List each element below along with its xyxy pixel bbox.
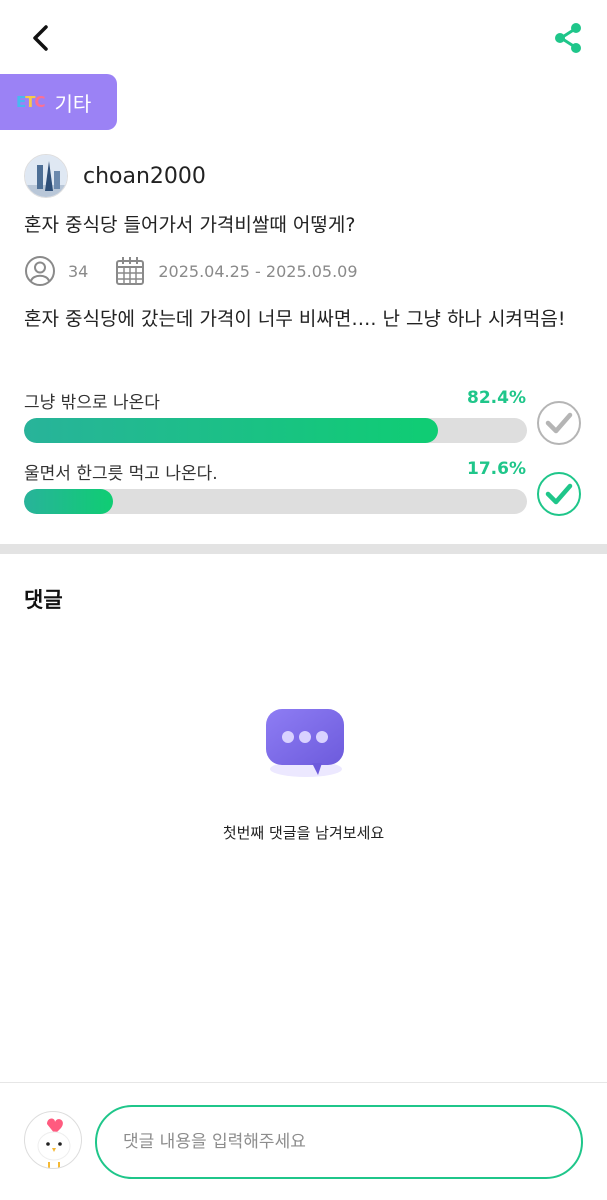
poll-option-percent: 17.6%	[467, 459, 526, 479]
date-range: 2025.04.25 - 2025.05.09	[158, 261, 358, 281]
chat-bubble-icon	[266, 709, 344, 777]
poll-option[interactable]: 울면서 한그릇 먹고 나온다. 17.6%	[24, 459, 584, 516]
section-divider	[0, 544, 607, 554]
top-bar	[0, 0, 607, 76]
poll-check-button[interactable]	[536, 471, 582, 517]
check-circle-icon	[537, 401, 581, 445]
poll-bar-fill	[24, 418, 439, 443]
participant-count: 34	[68, 261, 89, 281]
poll-option-label: 그냥 밖으로 나온다	[24, 393, 160, 413]
comment-input-bar	[0, 1082, 607, 1200]
share-button[interactable]	[550, 20, 586, 56]
back-button[interactable]	[24, 20, 60, 56]
poll-option[interactable]: 그냥 밖으로 나온다 82.4%	[24, 388, 584, 445]
my-avatar[interactable]	[24, 1111, 82, 1169]
category-label: 기타	[54, 91, 92, 116]
calendar-icon	[116, 257, 145, 285]
poll-bar-track	[24, 489, 527, 514]
comments-title: 댓글	[24, 588, 63, 612]
author-name[interactable]: choan2000	[83, 164, 206, 189]
post-title: 혼자 중식당 들어가서 가격비쌀때 어떻게?	[24, 214, 356, 236]
post-body: 혼자 중식당에 갔는데 가격이 너무 비싸면…. 난 그냥 하나 시켜먹음!	[24, 308, 566, 330]
etc-logo: ETC	[16, 93, 46, 111]
author-avatar[interactable]	[24, 154, 68, 198]
chevron-left-icon	[33, 25, 48, 51]
post-meta: 34 2025.04.25 - 2025.05.09	[24, 254, 358, 288]
comment-input[interactable]	[95, 1105, 583, 1179]
empty-comments-text: 첫번째 댓글을 남겨보세요	[222, 824, 385, 842]
poll-option-percent: 82.4%	[467, 388, 526, 408]
author-row: choan2000	[24, 153, 206, 199]
check-circle-icon	[537, 472, 581, 516]
poll-check-button[interactable]	[536, 400, 582, 446]
category-chip[interactable]: ETC 기타	[0, 74, 117, 130]
share-icon	[555, 23, 581, 53]
person-icon	[25, 256, 55, 286]
poll-bar-fill	[24, 489, 113, 514]
poll-bar-track	[24, 418, 527, 443]
poll-option-label: 울면서 한그릇 먹고 나온다.	[24, 464, 218, 484]
